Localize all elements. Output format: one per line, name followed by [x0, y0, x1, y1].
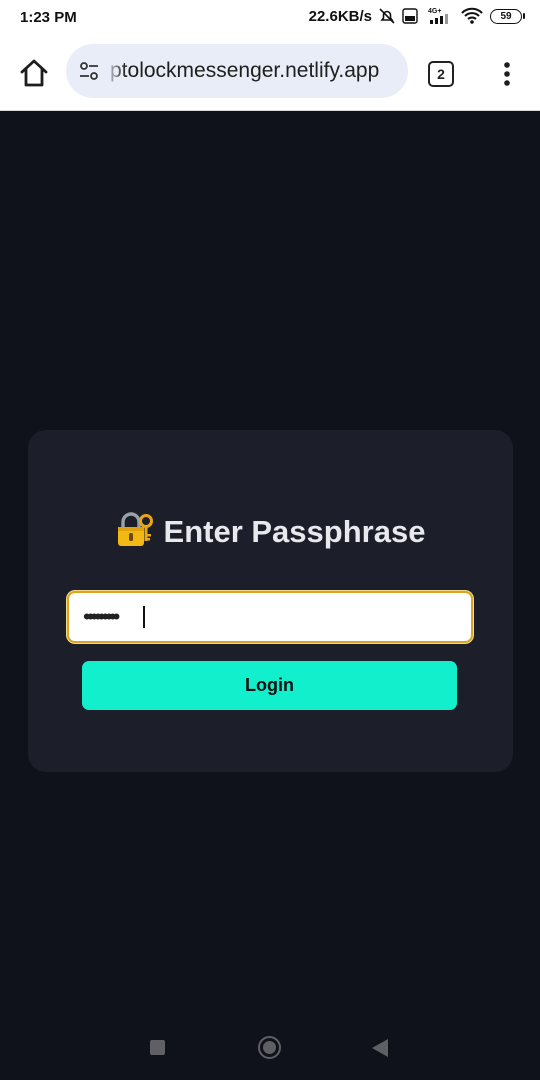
status-bar: 1:23 PM 22.6KB/s 4G+ 59: [0, 0, 540, 34]
status-icons: 22.6KB/s 4G+ 59: [308, 6, 525, 26]
network-speed: 22.6KB/s: [308, 7, 372, 25]
address-bar[interactable]: ptolockmessenger.netlify.app: [66, 44, 408, 98]
home-button[interactable]: [18, 57, 50, 89]
home-nav-button[interactable]: [258, 1036, 281, 1059]
network-type-label: 4G+: [428, 8, 441, 15]
browser-toolbar: ptolockmessenger.netlify.app 2: [0, 34, 540, 111]
overflow-menu-button[interactable]: [497, 60, 517, 88]
system-nav-bar: [0, 1020, 540, 1080]
url-fade: [104, 44, 126, 98]
tab-switcher-button[interactable]: 2: [428, 61, 454, 87]
recents-button[interactable]: [150, 1040, 165, 1055]
text-caret: [143, 606, 145, 628]
url-text[interactable]: ptolockmessenger.netlify.app: [110, 59, 379, 83]
wifi-icon: [460, 7, 484, 25]
site-settings-icon[interactable]: [78, 60, 100, 82]
battery-icon: 59: [490, 8, 525, 24]
locked-with-key-icon: [116, 512, 154, 556]
passphrase-value: •••••••••: [83, 604, 120, 629]
back-button[interactable]: [372, 1039, 388, 1057]
more-vert-icon: [504, 62, 510, 86]
passphrase-input[interactable]: •••••••••: [67, 591, 473, 643]
login-card: Enter Passphrase ••••••••• Login: [28, 430, 513, 772]
volte-icon: [402, 8, 418, 24]
login-heading: Enter Passphrase: [28, 512, 513, 556]
login-button[interactable]: Login: [82, 661, 457, 710]
login-title: Enter Passphrase: [163, 514, 426, 549]
home-icon: [20, 59, 48, 87]
status-time: 1:23 PM: [20, 9, 77, 26]
signal-icon: 4G+: [424, 6, 454, 26]
alarm-off-icon: [378, 7, 396, 25]
